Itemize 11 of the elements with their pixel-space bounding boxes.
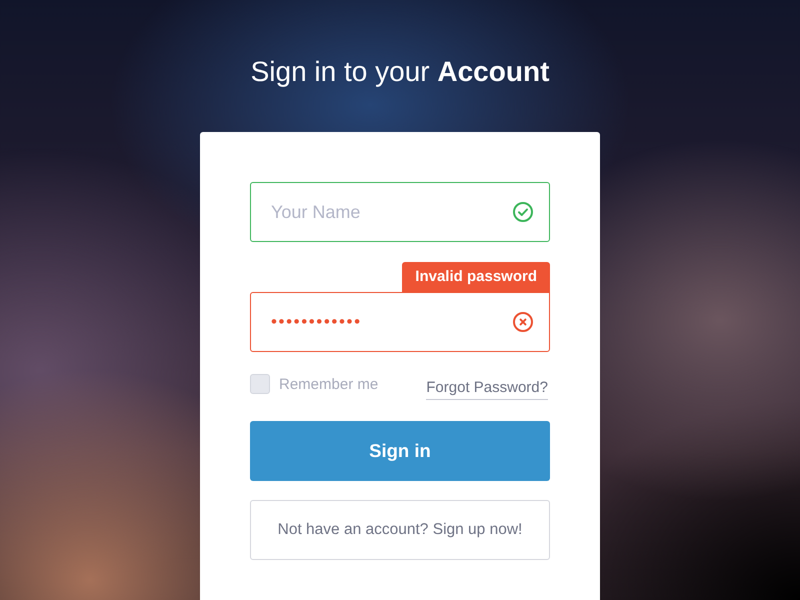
error-circle-icon xyxy=(513,312,533,332)
sign-in-button[interactable]: Sign in xyxy=(250,421,550,481)
check-circle-icon xyxy=(513,202,533,222)
password-field[interactable]: •••••••••••• xyxy=(250,292,550,352)
page-title: Sign in to your Account xyxy=(250,55,550,89)
remember-checkbox[interactable] xyxy=(250,374,270,394)
name-field[interactable]: Your Name xyxy=(250,182,550,242)
forgot-password-link[interactable]: Forgot Password? xyxy=(426,374,548,400)
error-message: Invalid password xyxy=(402,262,550,292)
remember-label: Remember me xyxy=(279,376,378,392)
sign-up-button[interactable]: Not have an account? Sign up now! xyxy=(250,500,550,560)
